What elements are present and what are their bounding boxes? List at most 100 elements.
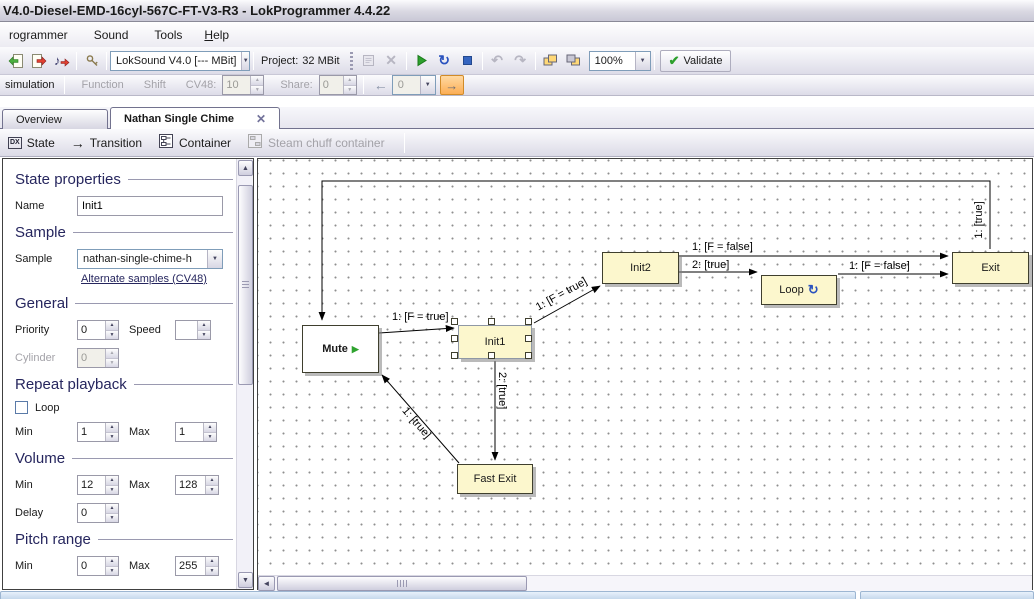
delete-icon: ✕ bbox=[380, 50, 403, 72]
pitch-max-spinner[interactable]: 255 ▲▼ bbox=[175, 556, 219, 576]
zoom-level-value: 100% bbox=[590, 55, 635, 67]
state-node-exit[interactable]: Exit bbox=[952, 252, 1029, 284]
alternate-samples-link[interactable]: Alternate samples (CV48) bbox=[81, 273, 207, 285]
write-sound-icon[interactable]: ♪ bbox=[50, 50, 73, 72]
delay-spinner[interactable]: 0 ▲▼ bbox=[77, 503, 119, 523]
cv48-spinner: 10 ▲▼ bbox=[222, 75, 264, 95]
tab-overview[interactable]: Overview bbox=[2, 109, 108, 129]
loop-play-icon[interactable]: ↻ bbox=[433, 50, 456, 72]
volume-max-spinner[interactable]: 128 ▲▼ bbox=[175, 475, 219, 495]
selection-handle[interactable] bbox=[488, 352, 495, 359]
share-label: Share: bbox=[264, 79, 318, 91]
scroll-thumb[interactable] bbox=[277, 576, 527, 591]
spin-down-icon: ▼ bbox=[251, 86, 263, 95]
selection-handle[interactable] bbox=[525, 335, 532, 342]
add-transition-button[interactable]: → Transition bbox=[71, 135, 142, 151]
priority-spinner[interactable]: 0 ▲▼ bbox=[77, 320, 119, 340]
selection-handle[interactable] bbox=[488, 318, 495, 325]
toolbar-separator bbox=[64, 76, 65, 94]
programmer-connection-icon[interactable] bbox=[80, 50, 103, 72]
chevron-down-icon[interactable]: ▼ bbox=[207, 250, 222, 268]
chevron-down-icon[interactable]: ▼ bbox=[635, 52, 650, 70]
transition-label: 1: [true] bbox=[400, 405, 434, 441]
section-title: Repeat playback bbox=[15, 376, 127, 393]
repeat-max-spinner[interactable]: 1 ▲▼ bbox=[175, 422, 217, 442]
transition-label: 2: [true] bbox=[496, 372, 508, 409]
pitch-min-label: Min bbox=[15, 560, 77, 572]
zoom-in-icon[interactable] bbox=[539, 50, 562, 72]
selection-handle[interactable] bbox=[451, 318, 458, 325]
state-node-mute[interactable]: Mute ▶ bbox=[302, 325, 379, 373]
panel-scrollbar[interactable]: ▲ ▼ bbox=[236, 159, 253, 589]
simulation-toolbar: simulation Function Shift CV48: 10 ▲▼ Sh… bbox=[0, 75, 1034, 96]
scroll-left-icon[interactable]: ◄ bbox=[258, 576, 275, 591]
add-state-button[interactable]: DX State bbox=[8, 136, 55, 150]
spacer-strip bbox=[0, 96, 1034, 107]
section-general: General bbox=[15, 295, 237, 312]
add-container-button[interactable]: Container bbox=[158, 133, 231, 152]
toolbar-separator bbox=[106, 52, 107, 70]
tab-close-icon[interactable]: ✕ bbox=[256, 112, 266, 126]
state-node-init1[interactable]: Init1 bbox=[458, 325, 532, 359]
scroll-thumb[interactable] bbox=[238, 185, 253, 385]
menu-help[interactable]: Help bbox=[195, 25, 238, 45]
spin-up-icon: ▲ bbox=[106, 423, 118, 433]
spin-up-icon: ▲ bbox=[251, 76, 263, 86]
write-project-icon[interactable] bbox=[27, 50, 50, 72]
tab-nathan-single-chime[interactable]: Nathan Single Chime ✕ bbox=[110, 107, 280, 129]
section-title: Volume bbox=[15, 450, 65, 467]
selection-handle[interactable] bbox=[525, 352, 532, 359]
zoom-out-icon[interactable] bbox=[562, 50, 585, 72]
open-project-icon[interactable] bbox=[4, 50, 27, 72]
section-title: General bbox=[15, 295, 68, 312]
stop-icon[interactable] bbox=[456, 50, 479, 72]
state-label: Exit bbox=[981, 262, 999, 274]
selection-handle[interactable] bbox=[451, 335, 458, 342]
section-title: Sample bbox=[15, 224, 66, 241]
loop-checkbox[interactable] bbox=[15, 401, 28, 414]
validate-button[interactable]: ✔ Validate bbox=[660, 50, 732, 72]
spin-up-icon: ▲ bbox=[106, 349, 118, 359]
volume-max-label: Max bbox=[119, 479, 175, 491]
state-node-loop[interactable]: Loop ↻ bbox=[761, 275, 837, 305]
play-icon[interactable] bbox=[410, 50, 433, 72]
state-node-init2[interactable]: Init2 bbox=[602, 252, 679, 284]
repeat-max-value: 1 bbox=[176, 423, 203, 441]
delay-label: Delay bbox=[15, 507, 77, 519]
pitch-max-label: Max bbox=[119, 560, 175, 572]
name-field[interactable] bbox=[77, 196, 223, 216]
toolbar-grip[interactable] bbox=[350, 52, 353, 70]
toolbar-separator bbox=[253, 52, 254, 70]
menu-sound[interactable]: Sound bbox=[85, 25, 138, 45]
menu-programmer[interactable]: rogrammer bbox=[0, 25, 77, 45]
zoom-level-select[interactable]: 100% ▼ bbox=[589, 51, 651, 71]
spin-down-icon: ▼ bbox=[198, 331, 210, 340]
device-select[interactable]: LokSound V4.0 [--- MBit] ▼ bbox=[110, 51, 250, 71]
spin-down-icon: ▼ bbox=[106, 486, 118, 495]
nav-next-button[interactable]: → bbox=[440, 75, 464, 95]
sample-select[interactable]: nathan-single-chime-h ▼ bbox=[77, 249, 223, 269]
selection-handle[interactable] bbox=[451, 352, 458, 359]
scroll-up-icon[interactable]: ▲ bbox=[238, 160, 253, 176]
repeat-min-spinner[interactable]: 1 ▲▼ bbox=[77, 422, 119, 442]
pitch-min-spinner[interactable]: 0 ▲▼ bbox=[77, 556, 119, 576]
cv48-label: CV48: bbox=[176, 79, 223, 91]
transition-exit-mute[interactable] bbox=[322, 181, 990, 320]
section-state-properties: State properties bbox=[15, 171, 237, 188]
loop-label: Loop bbox=[35, 402, 59, 414]
speed-spinner[interactable]: ▲▼ bbox=[175, 320, 211, 340]
selection-handle[interactable] bbox=[525, 318, 532, 325]
volume-min-spinner[interactable]: 12 ▲▼ bbox=[77, 475, 119, 495]
main-toolbar: ♪ LokSound V4.0 [--- MBit] ▼ Project: 32… bbox=[0, 47, 1034, 75]
state-button-label: State bbox=[27, 136, 55, 150]
canvas-horizontal-scrollbar[interactable]: ◄ bbox=[258, 575, 1032, 591]
chevron-down-icon[interactable]: ▼ bbox=[241, 52, 249, 70]
section-volume: Volume bbox=[15, 450, 237, 467]
scroll-down-icon[interactable]: ▼ bbox=[238, 572, 253, 588]
state-diagram-canvas[interactable]: 1: [true] 1: [F = true] 1: [F = true] 1:… bbox=[257, 158, 1033, 590]
transition-mute-init1[interactable] bbox=[379, 328, 454, 333]
spin-up-icon: ▲ bbox=[204, 423, 216, 433]
play-icon: ▶ bbox=[352, 344, 359, 355]
menu-tools[interactable]: Tools bbox=[145, 25, 191, 45]
state-node-fast-exit[interactable]: Fast Exit bbox=[457, 464, 533, 494]
